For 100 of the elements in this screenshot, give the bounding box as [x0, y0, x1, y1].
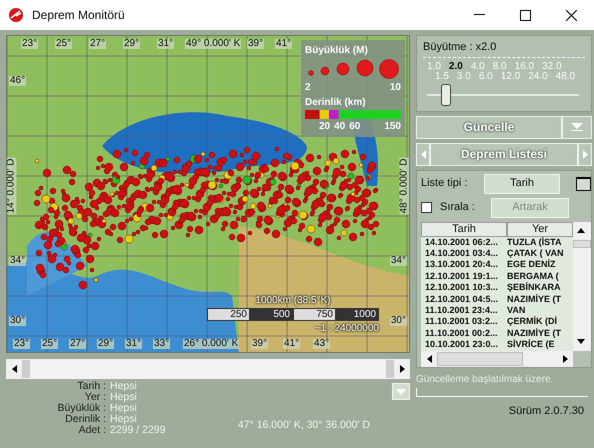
- legend-title: Büyüklük (M): [305, 44, 369, 58]
- filter-value: Hepsi: [110, 381, 138, 392]
- table-cell-text: ŞEBİNKARA: [507, 282, 562, 294]
- scrollbar-thumb[interactable]: [437, 352, 523, 366]
- zoom-value[interactable]: 4.0: [470, 62, 485, 72]
- legend-label: 40: [334, 120, 346, 134]
- up-arrow-icon: [577, 228, 585, 233]
- sort-label: Sırala :: [440, 200, 476, 216]
- latitude-label: 30°: [390, 316, 407, 326]
- table-cell-text: 13.10.2001 20:4...: [424, 259, 500, 271]
- latitude-label: 30°: [9, 316, 26, 326]
- longitude-label: 29°: [97, 339, 114, 349]
- filter-label: Derinlik :: [65, 414, 106, 425]
- coordinate-label: 26° 0.000' K: [183, 339, 240, 349]
- table-cell-text: TUZLA (İSTA: [507, 236, 562, 248]
- caret-icon: [571, 123, 583, 131]
- down-arrow-icon: [577, 339, 585, 344]
- table-cell-text: 14.10.2001 06:2...: [424, 236, 500, 248]
- list-type-button[interactable]: Tarih: [484, 174, 560, 194]
- table-cell-text: ÇATAK ( VAN: [507, 248, 564, 259]
- longitude-label: 25°: [55, 39, 72, 49]
- left-arrow-icon: [420, 150, 426, 158]
- scale-label: 250: [230, 309, 247, 320]
- zoom-value[interactable]: 48.0: [556, 72, 576, 82]
- scale-label: 750: [316, 309, 333, 320]
- window-button[interactable]: [576, 176, 591, 190]
- longitude-label: 27°: [89, 39, 106, 49]
- table-cell-text: 11.10.2001 23:4...: [424, 304, 499, 316]
- right-arrow-icon: [400, 365, 404, 373]
- longitude-label: 29°: [123, 39, 140, 49]
- filter-value: 2299 / 2299: [110, 425, 166, 436]
- legend-label: 20: [319, 120, 330, 134]
- scrollbar-thumb[interactable]: [22, 360, 30, 378]
- filter-label: Büyüklük :: [56, 403, 106, 414]
- latitude-label: 46°: [9, 76, 26, 86]
- scale-label: 1000: [354, 309, 376, 320]
- coordinate-label: 49° 0.000' K: [185, 39, 242, 49]
- left-arrow-icon: [426, 354, 432, 363]
- legend-label: 10: [390, 81, 401, 95]
- longitude-label: 41°: [275, 39, 292, 49]
- close-icon: [566, 10, 576, 20]
- zoom-value[interactable]: 2.0: [448, 62, 463, 72]
- scale-label: 500: [273, 309, 290, 320]
- table-cell-text: SİVRİCE (E: [507, 339, 556, 351]
- filter-label: Yer :: [84, 392, 106, 403]
- longitude-label: 39°: [251, 339, 268, 349]
- latitude-label: 34°: [390, 256, 407, 266]
- longitude-label: 25°: [41, 339, 58, 349]
- legend-label: 150: [384, 120, 401, 134]
- zoom-value[interactable]: 12.0: [500, 72, 520, 82]
- filter-label: Adet :: [78, 425, 106, 436]
- scrollbar-thumb[interactable]: [386, 360, 394, 378]
- zoom-value[interactable]: 6.0: [478, 72, 493, 82]
- status-text: Güncelleme başlatılmak üzere.: [416, 372, 554, 387]
- table-cell-text: 12.10.2001 19:1...: [424, 270, 500, 282]
- list-type-label: Liste tipi :: [421, 176, 468, 192]
- zoom-value[interactable]: 3.0: [456, 72, 471, 82]
- right-arrow-icon: [582, 150, 588, 158]
- zoom-value[interactable]: 24.0: [528, 72, 548, 82]
- legend-title: Derinlik (km): [305, 96, 367, 110]
- longitude-label: 31°: [157, 39, 174, 49]
- table-cell-text: 10.10.2001 23:0...: [424, 339, 500, 351]
- zoom-value[interactable]: 8.0: [492, 62, 507, 72]
- table-cell-text: ÇERMİK (Dİ: [507, 316, 558, 328]
- version-text: Sürüm 2.0.7.30: [508, 404, 584, 417]
- coordinate-label: 48° 0.000' D: [400, 158, 409, 214]
- minimize-icon: [474, 14, 484, 16]
- filter-label: Tarih :: [76, 381, 106, 392]
- longitude-label: 27°: [69, 339, 86, 349]
- caret-icon: [396, 388, 406, 394]
- table-cell-text: NAZIMİYE (T: [507, 294, 562, 305]
- longitude-label: 39°: [247, 39, 264, 49]
- filter-value: Hepsi: [110, 392, 138, 403]
- table-cell-text: 11.10.2001 03:2...: [424, 316, 499, 328]
- legend-label: 2: [305, 81, 311, 95]
- column-header[interactable]: Yer: [507, 222, 573, 236]
- zoom-value[interactable]: 16.0: [514, 62, 534, 72]
- update-button[interactable]: Güncelle: [416, 116, 562, 138]
- table-cell-text: 12.10.2001 04:5...: [424, 294, 500, 305]
- list-title-button[interactable]: Deprem Listesi: [430, 142, 578, 166]
- zoom-value[interactable]: 1.0: [427, 62, 441, 72]
- coordinates-text: 47° 16.000' K, 30° 36.000' D: [238, 418, 370, 434]
- zoom-value[interactable]: 32.0: [542, 62, 562, 72]
- window-title: Deprem Monitörü: [32, 7, 125, 24]
- latitude-label: 34°: [9, 256, 26, 266]
- zoom-value[interactable]: 1.5: [435, 72, 449, 82]
- longitude-label: 31°: [125, 339, 142, 349]
- scale-ratio: ~1 : 24000000: [314, 322, 379, 336]
- magnitude-circles-icon: [305, 58, 401, 80]
- maximize-icon: [520, 10, 530, 20]
- longitude-label: 43°: [313, 339, 330, 349]
- longitude-label: 23°: [13, 339, 30, 349]
- left-arrow-icon: [12, 365, 16, 373]
- column-header[interactable]: Tarih: [421, 222, 507, 236]
- table-cell-text: 12.10.2001 10:3...: [424, 282, 500, 294]
- table-cell-text: VAN: [507, 304, 526, 316]
- zoom-slider-thumb[interactable]: [441, 84, 452, 106]
- table-cell-text: NAZIMİYE (T: [507, 328, 562, 339]
- zoom-title: Büyütme : x2.0: [423, 39, 585, 58]
- app-logo-icon: [8, 7, 24, 23]
